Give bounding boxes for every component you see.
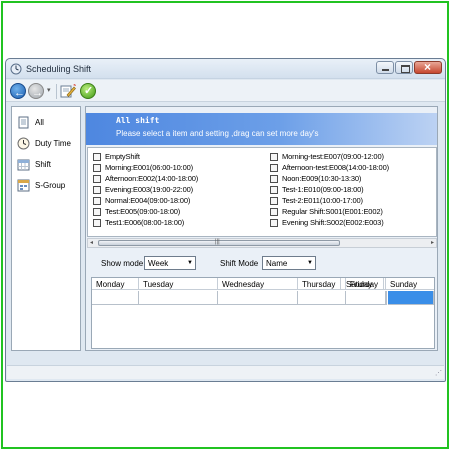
checkbox[interactable] — [270, 219, 278, 227]
checkbox[interactable] — [93, 197, 101, 205]
day-cell-tuesday[interactable] — [139, 291, 218, 305]
sidebar-item-shift[interactable]: Shift — [15, 157, 79, 173]
week-schedule-grid: Monday Tuesday Wednesday Thursday Friday… — [91, 277, 435, 349]
shift-mode-value: Name — [266, 259, 288, 268]
sidebar-label-duty-time: Duty Time — [35, 139, 72, 148]
banner-title: All shift — [116, 116, 160, 125]
column-header-saturday: Saturday — [342, 278, 386, 290]
forward-arrow-icon: → — [32, 87, 43, 99]
column-header-sunday: Sunday — [390, 280, 418, 289]
clock-icon — [17, 137, 30, 150]
window-title: Scheduling Shift — [26, 64, 92, 74]
chevron-down-icon: ▼ — [187, 260, 193, 266]
show-mode-value: Week — [148, 259, 169, 268]
calendar-icon — [17, 159, 30, 171]
resize-grip-icon[interactable]: ⋰ — [435, 369, 442, 377]
history-dropdown-icon[interactable]: ▾ — [47, 86, 51, 94]
title-bar[interactable]: Scheduling Shift — [6, 59, 445, 79]
scroll-right-icon[interactable]: ▸ — [431, 239, 434, 246]
sidebar-label-all: All — [35, 118, 44, 127]
day-cell-thursday[interactable] — [298, 291, 346, 305]
column-header-thursday: Thursday — [298, 278, 346, 290]
forward-button[interactable]: → — [28, 83, 44, 99]
close-button[interactable] — [414, 60, 442, 74]
column-header-wednesday: Wednesday — [218, 278, 298, 290]
day-cell-friday[interactable] — [346, 291, 386, 305]
sidebar-label-s-group: S-Group — [35, 181, 66, 190]
checkbox[interactable] — [93, 175, 101, 183]
horizontal-scrollbar[interactable]: ◂ ||| ▸ — [87, 238, 437, 248]
back-arrow-icon: ← — [14, 87, 25, 99]
checkbox[interactable] — [270, 175, 278, 183]
checkbox[interactable] — [270, 164, 278, 172]
sidebar-item-s-group[interactable]: S-Group — [15, 178, 79, 194]
sidebar-item-duty-time[interactable]: Duty Time — [15, 136, 79, 152]
day-cell-monday[interactable] — [92, 291, 139, 305]
shift-mode-label: Shift Mode — [220, 259, 259, 268]
checkbox[interactable] — [270, 153, 278, 161]
document-icon — [18, 116, 29, 129]
sidebar-item-all[interactable]: All — [15, 115, 79, 131]
grip-icon: ||| — [215, 239, 220, 245]
sidebar: All Duty Time Shift S-Group — [11, 106, 81, 351]
chevron-down-icon: ▼ — [307, 260, 313, 266]
scrollbar-thumb[interactable]: ||| — [98, 239, 340, 246]
toolbar-separator — [56, 84, 57, 99]
day-cell-wednesday[interactable] — [218, 291, 298, 305]
checkbox[interactable] — [270, 208, 278, 216]
checkbox[interactable] — [93, 164, 101, 172]
edit-icon[interactable] — [60, 83, 76, 99]
confirm-button[interactable] — [80, 83, 96, 99]
main-panel: All shift Please select a item and setti… — [85, 106, 438, 351]
minimize-button[interactable] — [376, 61, 394, 74]
show-mode-select[interactable]: Week ▼ — [144, 256, 196, 270]
shift-mode-select[interactable]: Name ▼ — [262, 256, 316, 270]
checkbox[interactable] — [270, 186, 278, 194]
checkbox[interactable] — [93, 208, 101, 216]
scheduling-shift-window: Scheduling Shift ← → ▾ — [5, 58, 446, 382]
header-banner: All shift Please select a item and setti… — [86, 113, 437, 145]
day-cell-saturday[interactable] — [386, 291, 387, 305]
toolbar: ← → ▾ — [6, 80, 445, 102]
filter-bar: Show mode: Week ▼ Shift Mode Name ▼ — [86, 255, 437, 273]
day-cell-sunday[interactable] — [388, 291, 434, 305]
column-header-tuesday: Tuesday — [139, 278, 218, 290]
checkbox[interactable] — [93, 186, 101, 194]
column-divider — [340, 278, 341, 290]
scroll-left-icon[interactable]: ◂ — [90, 239, 93, 246]
show-mode-label: Show mode: — [101, 259, 146, 268]
checkbox[interactable] — [93, 219, 101, 227]
maximize-button[interactable] — [395, 61, 413, 74]
app-icon — [10, 63, 22, 75]
group-calendar-icon — [17, 179, 30, 192]
checkbox[interactable] — [93, 153, 101, 161]
checkbox[interactable] — [270, 197, 278, 205]
sidebar-label-shift: Shift — [35, 160, 52, 169]
column-header-monday: Monday — [92, 278, 139, 290]
banner-hint: Please select a item and setting ,drag c… — [116, 129, 319, 138]
status-bar: ⋰ — [7, 365, 444, 379]
shift-checklist: EmptyShift Morning:E001(06:00-10:00) Aft… — [87, 147, 437, 237]
back-button[interactable]: ← — [10, 83, 26, 99]
